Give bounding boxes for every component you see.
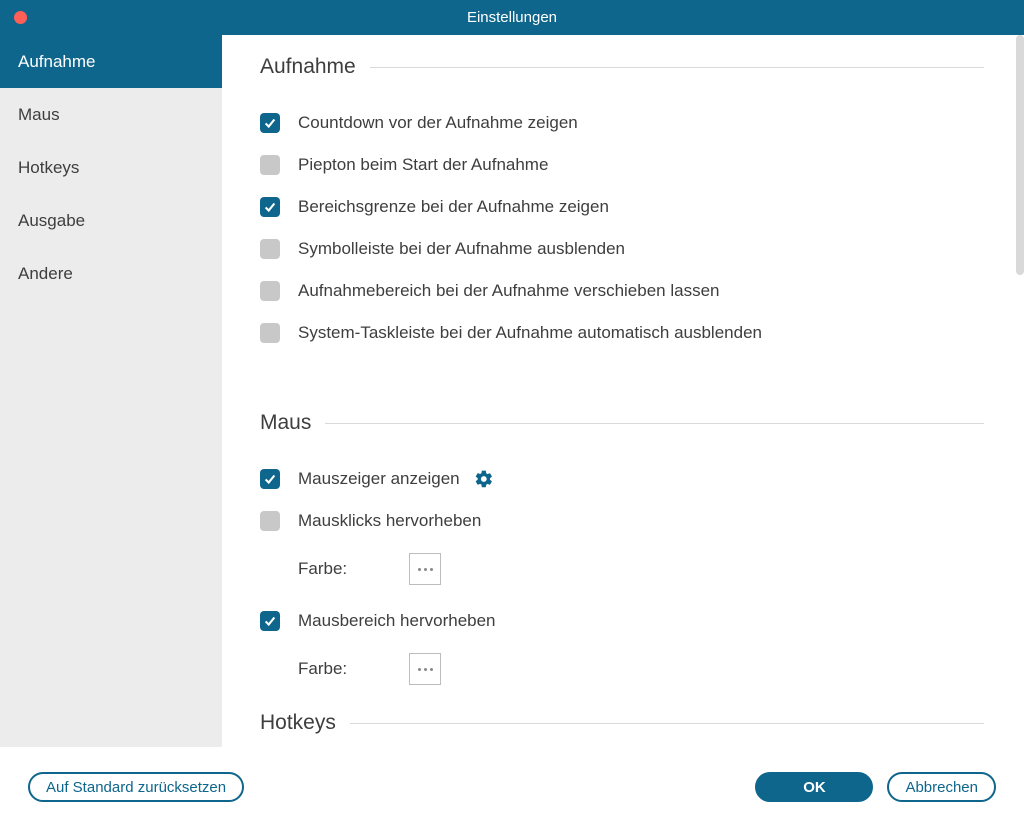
check-label: Bereichsgrenze bei der Aufnahme zeigen (298, 197, 609, 217)
section-title: Aufnahme (260, 55, 370, 79)
check-label: Mauszeiger anzeigen (298, 469, 460, 489)
close-window-button[interactable] (14, 11, 27, 24)
color-label: Farbe: (298, 559, 347, 579)
checkbox-show-cursor[interactable] (260, 469, 280, 489)
section-divider (325, 423, 984, 424)
check-row-highlight-clicks: Mausklicks hervorheben (260, 511, 984, 531)
sidebar-item-label: Maus (18, 105, 60, 125)
color-row-clicks: Farbe: (298, 553, 984, 585)
check-row: Piepton beim Start der Aufnahme (260, 155, 984, 175)
check-row: System-Taskleiste bei der Aufnahme autom… (260, 323, 984, 343)
cancel-button[interactable]: Abbrechen (887, 772, 996, 802)
check-label: Aufnahmebereich bei der Aufnahme verschi… (298, 281, 720, 301)
checkbox[interactable] (260, 281, 280, 301)
sidebar-item-andere[interactable]: Andere (0, 247, 222, 300)
section-title: Hotkeys (260, 711, 350, 735)
footer: Auf Standard zurücksetzen OK Abbrechen (0, 747, 1024, 827)
color-row-area: Farbe: (298, 653, 984, 685)
titlebar: Einstellungen (0, 0, 1024, 35)
check-row: Bereichsgrenze bei der Aufnahme zeigen (260, 197, 984, 217)
check-label: Mausklicks hervorheben (298, 511, 481, 531)
settings-content: Aufnahme Countdown vor der Aufnahme zeig… (222, 35, 1024, 747)
sidebar-item-aufnahme[interactable]: Aufnahme (0, 35, 222, 88)
section-divider (370, 67, 984, 68)
checkbox[interactable] (260, 323, 280, 343)
section-title: Maus (260, 411, 325, 435)
checkbox[interactable] (260, 197, 280, 217)
section-divider (350, 723, 984, 724)
sidebar-item-label: Ausgabe (18, 211, 85, 231)
gear-icon[interactable] (474, 469, 494, 489)
section-heading-hotkeys: Hotkeys (260, 711, 984, 735)
section-heading-maus: Maus (260, 411, 984, 435)
checkbox[interactable] (260, 239, 280, 259)
sidebar-item-label: Aufnahme (18, 52, 96, 72)
check-row-highlight-area: Mausbereich hervorheben (260, 611, 984, 631)
sidebar-item-label: Andere (18, 264, 73, 284)
color-label: Farbe: (298, 659, 347, 679)
scrollbar-thumb[interactable] (1016, 35, 1024, 275)
check-row: Aufnahmebereich bei der Aufnahme verschi… (260, 281, 984, 301)
more-colors-button[interactable] (409, 653, 441, 685)
check-label: System-Taskleiste bei der Aufnahme autom… (298, 323, 762, 343)
check-label: Mausbereich hervorheben (298, 611, 496, 631)
sidebar-item-maus[interactable]: Maus (0, 88, 222, 141)
ok-button[interactable]: OK (755, 772, 873, 802)
more-colors-button[interactable] (409, 553, 441, 585)
checkbox-highlight-area[interactable] (260, 611, 280, 631)
check-label: Countdown vor der Aufnahme zeigen (298, 113, 578, 133)
check-label: Symbolleiste bei der Aufnahme ausblenden (298, 239, 625, 259)
check-row-show-cursor: Mauszeiger anzeigen (260, 469, 984, 489)
check-row: Countdown vor der Aufnahme zeigen (260, 113, 984, 133)
section-heading-aufnahme: Aufnahme (260, 55, 984, 79)
sidebar: Aufnahme Maus Hotkeys Ausgabe Andere (0, 35, 222, 747)
checkbox[interactable] (260, 155, 280, 175)
reset-button[interactable]: Auf Standard zurücksetzen (28, 772, 244, 802)
check-row: Symbolleiste bei der Aufnahme ausblenden (260, 239, 984, 259)
window-title: Einstellungen (0, 9, 1024, 26)
sidebar-item-ausgabe[interactable]: Ausgabe (0, 194, 222, 247)
check-label: Piepton beim Start der Aufnahme (298, 155, 548, 175)
checkbox-highlight-clicks[interactable] (260, 511, 280, 531)
sidebar-item-label: Hotkeys (18, 158, 79, 178)
checkbox[interactable] (260, 113, 280, 133)
sidebar-item-hotkeys[interactable]: Hotkeys (0, 141, 222, 194)
